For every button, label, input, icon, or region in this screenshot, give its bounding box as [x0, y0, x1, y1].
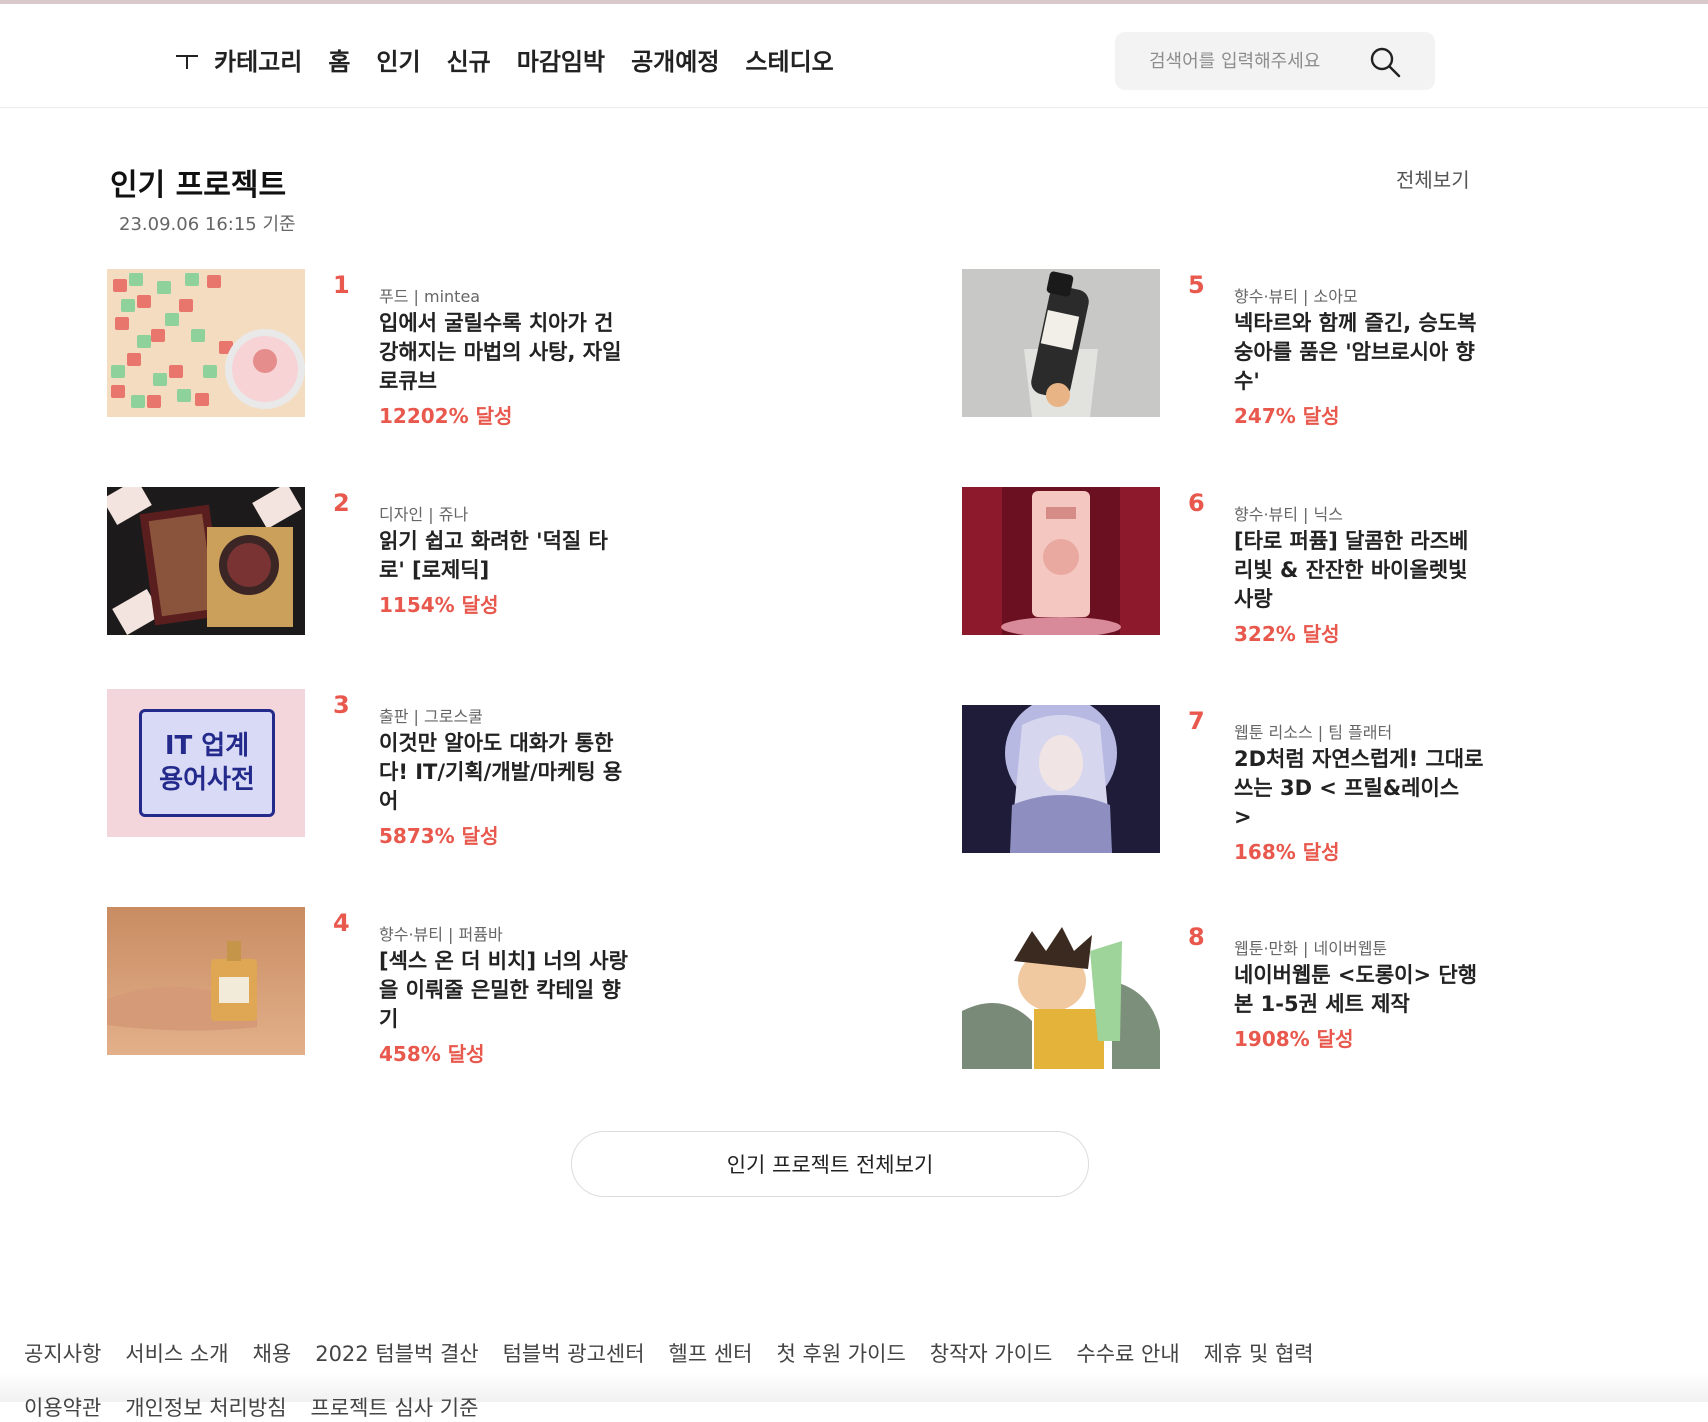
- project-title[interactable]: 읽기 쉽고 화려한 '덕질 타로' [로제딕]: [379, 529, 608, 582]
- project-category: 향수·뷰티 | 닉스: [1234, 505, 1343, 524]
- footer-link-creator-guide[interactable]: 창작자 가이드: [930, 1338, 1053, 1368]
- project-card[interactable]: 8 웹툰·만화 | 네이버웹툰 네이버웹툰 <도롱이> 단행본 1-5권 세트 …: [962, 921, 1708, 1091]
- footer-link-help-center[interactable]: 헬프 센터: [669, 1338, 753, 1368]
- footer-link-ad-center[interactable]: 텀블벅 광고센터: [503, 1338, 645, 1368]
- footer-link-about[interactable]: 서비스 소개: [125, 1338, 228, 1368]
- project-title[interactable]: 넥타르와 함께 즐긴, 승도복숭아를 품은 '암브로시아 향수': [1234, 311, 1476, 393]
- section-title: 인기 프로젝트: [110, 168, 287, 203]
- project-thumbnail[interactable]: [107, 907, 305, 1055]
- project-title-block[interactable]: 네이버웹툰 <도롱이> 단행본 1-5권 세트 제작 1908% 달성: [1234, 961, 1484, 1054]
- project-category: 디자인 | 쥬나: [379, 505, 469, 524]
- project-card[interactable]: 1 푸드 | mintea 입에서 굴릴수록 치아가 건강해지는 마법의 사탕,…: [107, 269, 867, 439]
- project-category: 출판 | 그로스쿨: [379, 707, 483, 726]
- footer-link-review-criteria[interactable]: 프로젝트 심사 기준: [311, 1392, 479, 1422]
- project-achievement-rate: 1908% 달성: [1234, 1027, 1354, 1051]
- category-menu-icon[interactable]: [176, 49, 198, 71]
- project-achievement-rate: 1154% 달성: [379, 593, 499, 617]
- footer-link-privacy[interactable]: 개인정보 처리방침: [125, 1392, 286, 1422]
- project-rank: 4: [333, 909, 350, 937]
- project-rank: 1: [333, 271, 350, 299]
- project-achievement-rate: 168% 달성: [1234, 840, 1340, 864]
- project-title-block[interactable]: 입에서 굴릴수록 치아가 건강해지는 마법의 사탕, 자일로큐브 12202% …: [379, 309, 629, 431]
- project-rank: 7: [1188, 707, 1205, 735]
- project-title[interactable]: 입에서 굴릴수록 치아가 건강해지는 마법의 사탕, 자일로큐브: [379, 311, 621, 393]
- project-category: 웹툰 리소스 | 팀 플래터: [1234, 723, 1393, 742]
- popular-projects-view-all-button[interactable]: 인기 프로젝트 전체보기: [571, 1131, 1089, 1197]
- nav-upcoming[interactable]: 공개예정: [631, 42, 719, 77]
- project-thumbnail[interactable]: [962, 269, 1160, 417]
- project-title[interactable]: 2D처럼 자연스럽게! 그대로 쓰는 3D < 프릴&레이스 >: [1234, 747, 1483, 829]
- project-title[interactable]: 이것만 알아도 대화가 통한다! IT/기획/개발/마케팅 용어: [379, 731, 622, 813]
- project-title-block[interactable]: 이것만 알아도 대화가 통한다! IT/기획/개발/마케팅 용어 5873% 달…: [379, 729, 629, 851]
- project-card[interactable]: 2 디자인 | 쥬나 읽기 쉽고 화려한 '덕질 타로' [로제딕] 1154%…: [107, 487, 867, 657]
- project-thumbnail[interactable]: IT 업계 용어사전: [107, 689, 305, 837]
- project-achievement-rate: 247% 달성: [1234, 404, 1340, 428]
- project-category: 푸드 | mintea: [379, 287, 481, 306]
- footer-link-terms[interactable]: 이용약관: [24, 1392, 101, 1422]
- footer-link-fees[interactable]: 수수료 안내: [1076, 1338, 1179, 1368]
- project-title-block[interactable]: 2D처럼 자연스럽게! 그대로 쓰는 3D < 프릴&레이스 > 168% 달성: [1234, 745, 1484, 867]
- project-card[interactable]: 4 향수·뷰티 | 퍼퓸바 [섹스 온 더 비치] 너의 사랑을 이뤄줄 은밀한…: [107, 907, 867, 1077]
- project-card[interactable]: 6 향수·뷰티 | 닉스 [타로 퍼퓸] 달콤한 라즈베리빛 & 잔잔한 바이올…: [962, 487, 1708, 657]
- section-timestamp: 23.09.06 16:15 기준: [119, 214, 296, 235]
- footer-link-2022-review[interactable]: 2022 텀블벅 결산: [315, 1338, 478, 1368]
- nav-home[interactable]: 홈: [328, 42, 350, 77]
- footer-link-careers[interactable]: 채용: [253, 1338, 292, 1368]
- project-thumbnail[interactable]: [962, 921, 1160, 1069]
- nav-new[interactable]: 신규: [447, 42, 491, 77]
- header: 카테고리 홈 인기 신규 마감임박 공개예정 스테디오: [0, 4, 1708, 108]
- project-achievement-rate: 322% 달성: [1234, 622, 1340, 646]
- footer-links: 공지사항 서비스 소개 채용 2022 텀블벅 결산 텀블벅 광고센터 헬프 센…: [24, 1338, 1338, 1368]
- project-title-block[interactable]: 읽기 쉽고 화려한 '덕질 타로' [로제딕] 1154% 달성: [379, 527, 629, 620]
- nav-steady[interactable]: 스테디오: [745, 42, 833, 77]
- search-icon[interactable]: [1369, 46, 1401, 78]
- view-all-link[interactable]: 전체보기: [1396, 164, 1470, 193]
- project-card[interactable]: 5 향수·뷰티 | 소아모 넥타르와 함께 즐긴, 승도복숭아를 품은 '암브로…: [962, 269, 1708, 439]
- project-rank: 2: [333, 489, 350, 517]
- project-category: 웹툰·만화 | 네이버웹툰: [1234, 939, 1388, 958]
- project-rank: 8: [1188, 923, 1205, 951]
- nav-popular[interactable]: 인기: [376, 42, 420, 77]
- project-card[interactable]: 7 웹툰 리소스 | 팀 플래터 2D처럼 자연스럽게! 그대로 쓰는 3D <…: [962, 705, 1708, 875]
- footer-link-first-backing-guide[interactable]: 첫 후원 가이드: [777, 1338, 906, 1368]
- project-title-block[interactable]: [섹스 온 더 비치] 너의 사랑을 이뤄줄 은밀한 칵테일 향기 458% 달…: [379, 947, 629, 1069]
- nav-closing-soon[interactable]: 마감임박: [517, 42, 605, 77]
- project-achievement-rate: 12202% 달성: [379, 404, 513, 428]
- project-rank: 5: [1188, 271, 1205, 299]
- project-title[interactable]: [섹스 온 더 비치] 너의 사랑을 이뤄줄 은밀한 칵테일 향기: [379, 949, 628, 1031]
- project-category: 향수·뷰티 | 퍼퓸바: [379, 925, 503, 944]
- project-achievement-rate: 5873% 달성: [379, 824, 499, 848]
- footer-link-notice[interactable]: 공지사항: [24, 1338, 101, 1368]
- project-thumbnail[interactable]: [107, 487, 305, 635]
- project-title[interactable]: [타로 퍼퓸] 달콤한 라즈베리빛 & 잔잔한 바이올렛빛 사랑: [1234, 529, 1468, 611]
- project-thumbnail[interactable]: [962, 487, 1160, 635]
- main-nav: 카테고리 홈 인기 신규 마감임박 공개예정 스테디오: [176, 42, 860, 77]
- project-rank: 6: [1188, 489, 1205, 517]
- project-achievement-rate: 458% 달성: [379, 1042, 485, 1066]
- thumb-text: IT 업계 용어사전: [159, 731, 255, 795]
- search-box: [1115, 32, 1435, 90]
- project-rank: 3: [333, 691, 350, 719]
- project-title-block[interactable]: [타로 퍼퓸] 달콤한 라즈베리빛 & 잔잔한 바이올렛빛 사랑 322% 달성: [1234, 527, 1484, 649]
- project-thumbnail[interactable]: [107, 269, 305, 417]
- footer-link-partnership[interactable]: 제휴 및 협력: [1204, 1338, 1314, 1368]
- project-thumbnail[interactable]: [962, 705, 1160, 853]
- search-input[interactable]: [1149, 50, 1369, 72]
- project-title[interactable]: 네이버웹툰 <도롱이> 단행본 1-5권 세트 제작: [1234, 963, 1477, 1016]
- project-category: 향수·뷰티 | 소아모: [1234, 287, 1358, 306]
- project-title-block[interactable]: 넥타르와 함께 즐긴, 승도복숭아를 품은 '암브로시아 향수' 247% 달성: [1234, 309, 1484, 431]
- project-card[interactable]: IT 업계 용어사전 3 출판 | 그로스쿨 이것만 알아도 대화가 통한다! …: [107, 689, 867, 859]
- footer-links-secondary: 이용약관 개인정보 처리방침 프로젝트 심사 기준: [24, 1392, 502, 1422]
- nav-category[interactable]: 카테고리: [214, 42, 302, 77]
